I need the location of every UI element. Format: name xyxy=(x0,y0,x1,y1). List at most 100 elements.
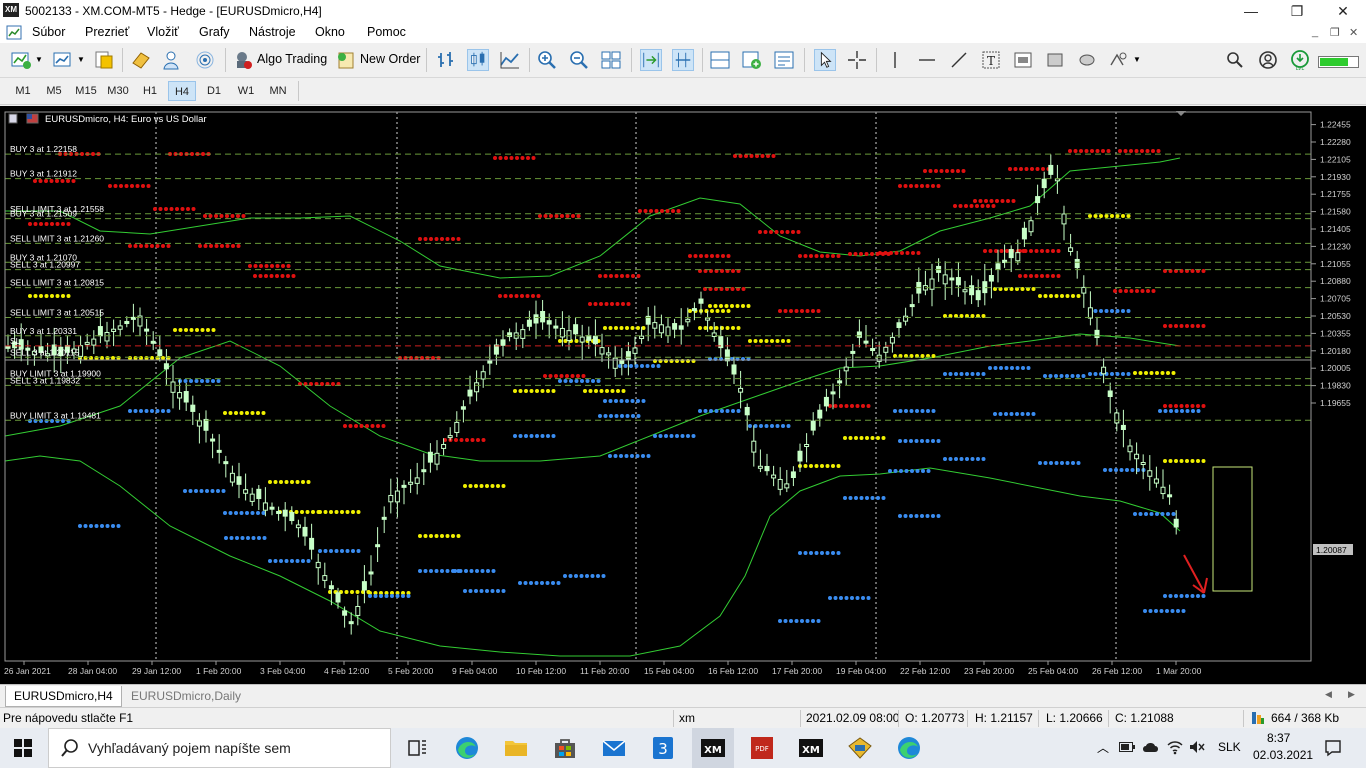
mdi-close-button[interactable]: ✕ xyxy=(1349,26,1358,39)
algo-trading-button[interactable]: Algo Trading xyxy=(257,52,327,66)
taskbar-search-box[interactable]: Vyhľadávaný pojem napíšte sem xyxy=(48,728,391,768)
tab-scroll-right-icon[interactable]: ▶ xyxy=(1348,689,1355,700)
menu-help[interactable]: Pomoc xyxy=(367,25,406,39)
signals-icon[interactable] xyxy=(194,49,216,71)
account-icon[interactable] xyxy=(1257,49,1279,71)
horizontal-line-icon[interactable] xyxy=(916,49,938,71)
indicators-window-icon[interactable] xyxy=(709,49,731,71)
new-order-icon[interactable] xyxy=(335,49,357,71)
new-order-button[interactable]: New Order xyxy=(360,52,420,66)
templates-icon[interactable] xyxy=(741,49,763,71)
connection-icon[interactable] xyxy=(1251,711,1265,725)
text-tool-icon[interactable]: T xyxy=(980,49,1002,71)
wifi-icon[interactable] xyxy=(1166,739,1184,755)
calendar-app-icon[interactable]: 3 xyxy=(649,734,677,762)
edge-browser-2-icon[interactable] xyxy=(895,734,923,762)
mdi-restore-button[interactable]: ❐ xyxy=(1330,26,1340,39)
timeframe-w1[interactable]: W1 xyxy=(232,81,260,101)
crosshair-icon[interactable] xyxy=(846,49,868,71)
navigator-icon[interactable] xyxy=(162,49,184,71)
maximize-button[interactable]: ❐ xyxy=(1274,0,1320,22)
order-dot xyxy=(144,409,149,413)
windows-start-icon[interactable] xyxy=(14,739,32,757)
app-icon[interactable]: XM xyxy=(3,3,19,17)
price-chart[interactable]: EURUSDmicro, H4: Euro vs US Dollar 1.224… xyxy=(0,106,1366,684)
task-view-icon[interactable] xyxy=(403,734,431,762)
zoom-out-icon[interactable] xyxy=(568,49,590,71)
store-icon[interactable] xyxy=(551,734,579,762)
xm-terminal-2-icon[interactable]: XM xyxy=(797,734,825,762)
timeframe-d1[interactable]: D1 xyxy=(200,81,228,101)
language-indicator[interactable]: SLK xyxy=(1218,740,1241,754)
order-dot xyxy=(658,434,663,438)
line-chart-icon[interactable] xyxy=(499,49,521,71)
zoom-in-icon[interactable] xyxy=(536,49,558,71)
menu-file[interactable]: Súbor xyxy=(32,25,65,39)
menu-window[interactable]: Okno xyxy=(315,25,345,39)
minimize-button[interactable]: — xyxy=(1228,0,1274,22)
order-dot xyxy=(225,214,229,218)
chevron-down-icon[interactable]: ▼ xyxy=(77,55,85,64)
market-watch-icon[interactable] xyxy=(93,49,115,71)
chevron-down-icon[interactable]: ▼ xyxy=(35,55,43,64)
notifications-icon[interactable] xyxy=(1324,739,1342,757)
timeframe-m30[interactable]: M30 xyxy=(104,81,132,101)
vertical-line-icon[interactable] xyxy=(884,49,906,71)
profiles-icon[interactable] xyxy=(52,49,74,71)
timeframe-m1[interactable]: M1 xyxy=(9,81,37,101)
bar-chart-icon[interactable] xyxy=(435,49,457,71)
mdi-minimize-button[interactable]: _ xyxy=(1312,26,1318,38)
chart-window-icon[interactable] xyxy=(6,25,22,40)
timeframe-m5[interactable]: M5 xyxy=(40,81,68,101)
arrow-annotation[interactable] xyxy=(1183,554,1208,594)
tab-scroll-left-icon[interactable]: ◀ xyxy=(1325,689,1332,700)
rectangle-tool-icon[interactable] xyxy=(1044,49,1066,71)
pdf-app-icon[interactable]: PDF xyxy=(748,734,776,762)
timeframe-m15[interactable]: M15 xyxy=(72,81,100,101)
timeframe-h4[interactable]: H4 xyxy=(168,81,196,101)
banking-app-icon[interactable] xyxy=(846,734,874,762)
menu-charts[interactable]: Grafy xyxy=(199,25,230,39)
edge-browser-icon[interactable] xyxy=(453,734,481,762)
algo-trading-icon[interactable] xyxy=(232,49,254,71)
objects-list-icon[interactable] xyxy=(773,49,795,71)
chart-window[interactable]: EURUSDmicro, H4: Euro vs US Dollar 1.224… xyxy=(0,106,1366,684)
ellipse-tool-icon[interactable] xyxy=(1076,49,1098,71)
tab-eurusd-h4[interactable]: EURUSDmicro,H4 xyxy=(5,686,122,707)
menu-tools[interactable]: Nástroje xyxy=(249,25,296,39)
menu-view[interactable]: Prezrieť xyxy=(85,25,129,39)
chevron-down-icon[interactable]: ▼ xyxy=(1133,55,1141,64)
candlestick-chart-icon[interactable] xyxy=(467,49,489,71)
cloud-icon[interactable] xyxy=(1142,740,1160,754)
clock-time[interactable]: 8:37 xyxy=(1267,731,1290,745)
tray-chevron-up-icon[interactable]: ︿ xyxy=(1097,739,1109,756)
file-explorer-icon[interactable] xyxy=(502,734,530,762)
trend-line-icon[interactable] xyxy=(948,49,970,71)
shapes-menu-icon[interactable] xyxy=(1107,49,1129,71)
tile-windows-icon[interactable] xyxy=(600,49,622,71)
data-window-icon[interactable] xyxy=(130,49,152,71)
cursor-icon[interactable] xyxy=(814,49,836,71)
mail-icon[interactable] xyxy=(600,734,628,762)
new-chart-icon[interactable] xyxy=(10,49,32,71)
battery-icon[interactable] xyxy=(1119,741,1135,753)
level-icon[interactable]: LVL xyxy=(1289,49,1311,71)
auto-scroll-icon[interactable] xyxy=(640,49,662,71)
chart-shift-icon[interactable] xyxy=(672,49,694,71)
text-label-icon[interactable] xyxy=(1012,49,1034,71)
timeframe-h1[interactable]: H1 xyxy=(136,81,164,101)
search-icon[interactable] xyxy=(1224,49,1246,71)
rectangle-object[interactable] xyxy=(1212,466,1253,592)
volume-muted-icon[interactable] xyxy=(1189,740,1205,754)
timeframe-mn[interactable]: MN xyxy=(264,81,292,101)
order-dot xyxy=(66,179,70,183)
chart-shift-marker[interactable] xyxy=(1176,111,1186,116)
menu-insert[interactable]: Vložiť xyxy=(147,25,179,39)
status-profile[interactable]: xm xyxy=(679,711,695,725)
candle-body xyxy=(262,502,268,511)
clock-date[interactable]: 02.03.2021 xyxy=(1253,748,1313,762)
xm-terminal-icon[interactable]: XM xyxy=(699,734,727,762)
tab-eurusd-daily[interactable]: EURUSDmicro,Daily xyxy=(123,686,249,706)
close-button[interactable]: ✕ xyxy=(1320,0,1366,22)
candle-body xyxy=(982,281,988,294)
